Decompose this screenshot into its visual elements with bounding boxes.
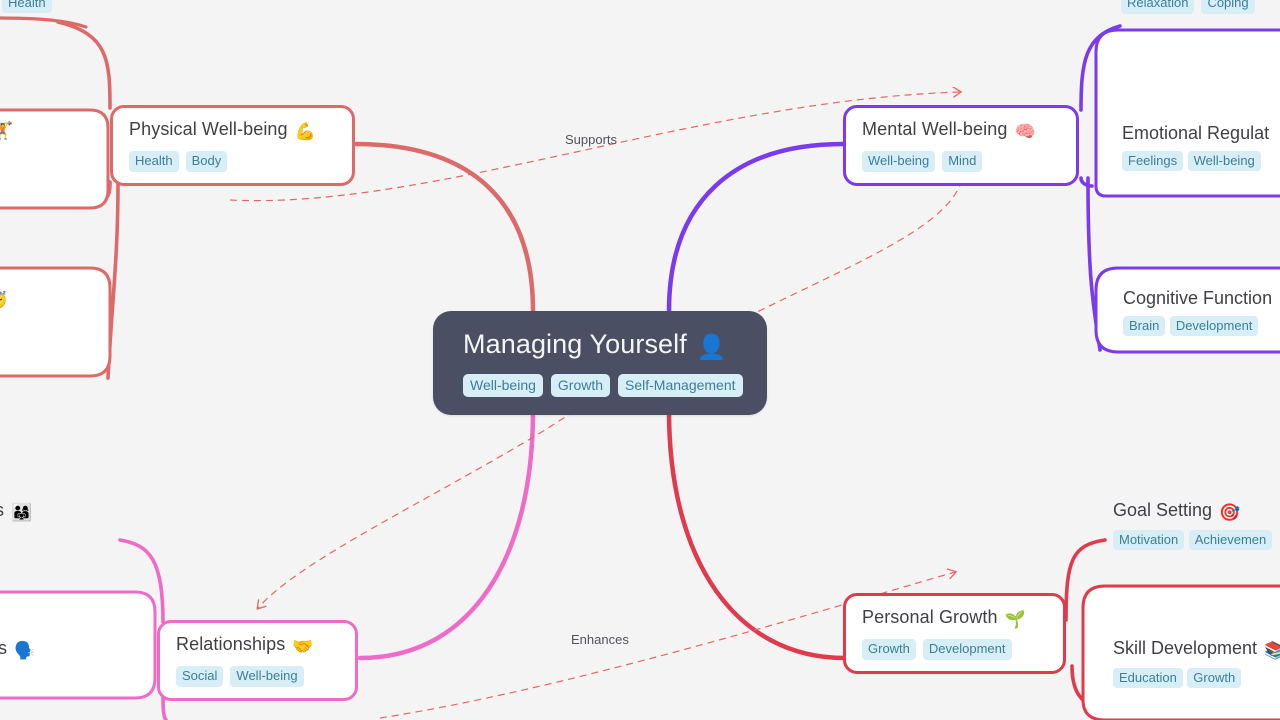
node-tags: ...s bbox=[0, 149, 98, 167]
node-tags: Well-being Mind bbox=[862, 151, 983, 172]
tag: Feelings bbox=[1122, 151, 1184, 171]
node-title: ...ene😴 bbox=[0, 288, 104, 311]
node-title: ...nnections 👨‍👩‍👧 bbox=[0, 500, 32, 523]
mindmap-canvas[interactable]: Managing Yourself 👤 Well-being Growth Sel… bbox=[0, 0, 1280, 720]
node-tags: Feelings Well-being bbox=[1122, 151, 1269, 171]
brain-emoji: 🧠 bbox=[1014, 122, 1036, 141]
tag: Achievemen bbox=[1188, 530, 1273, 550]
flexed-biceps-emoji: 💪 bbox=[294, 122, 316, 141]
tag: Development bbox=[922, 639, 1012, 660]
node-title: Emotional Regulat bbox=[1122, 123, 1269, 144]
node-skill-development-clipped[interactable]: Skill Development 📚 Education Growth bbox=[1113, 638, 1280, 688]
node-label: Emotional Regulat bbox=[1122, 123, 1270, 143]
tag: Relaxation bbox=[1121, 0, 1195, 14]
tag: Growth bbox=[550, 374, 611, 397]
node-title: Goal Setting 🎯 bbox=[1113, 500, 1272, 523]
node-label: Personal Growth bbox=[862, 607, 998, 627]
node-title: Cognitive Function bbox=[1123, 288, 1272, 309]
node-title: Personal Growth 🌱 bbox=[862, 606, 1026, 631]
node-relationships[interactable]: Relationships 🤝 Social Well-being bbox=[157, 620, 358, 701]
node-label: Cognitive Function bbox=[1123, 288, 1273, 308]
tag: Well-being bbox=[230, 666, 304, 687]
node-tags: ...ry bbox=[0, 319, 104, 337]
tag: Well-being bbox=[862, 151, 936, 172]
node-label: Skill Development bbox=[1113, 638, 1258, 658]
tag: Well-being bbox=[1187, 151, 1261, 171]
node-label: Mental Well-being bbox=[862, 119, 1008, 139]
tag: Self-Management bbox=[618, 374, 743, 397]
family-emoji: 👨‍👩‍👧 bbox=[11, 503, 33, 522]
root-node-managing-yourself[interactable]: Managing Yourself 👤 Well-being Growth Sel… bbox=[433, 311, 767, 415]
person-bust-emoji: 👤 bbox=[696, 334, 727, 361]
tag: Health bbox=[2, 0, 52, 13]
node-label: Goal Setting bbox=[1113, 500, 1213, 520]
node-title: ...tion Skills 🗣️ bbox=[0, 638, 35, 661]
node-label: ...tion Skills bbox=[0, 638, 8, 658]
books-emoji: 📚 bbox=[1264, 641, 1280, 660]
target-emoji: 🎯 bbox=[1219, 503, 1241, 522]
sleeping-face-emoji: 😴 bbox=[0, 291, 7, 310]
node-stress-management-clipped[interactable]: Relaxation Coping bbox=[1121, 0, 1255, 14]
node-title: Skill Development 📚 bbox=[1113, 638, 1280, 661]
node-tags: ...amily bbox=[0, 531, 32, 549]
tag: Mind bbox=[942, 151, 983, 172]
tag: Development bbox=[1169, 316, 1259, 336]
node-title: Physical Well-being 💪 bbox=[129, 118, 316, 143]
handshake-emoji: 🤝 bbox=[292, 637, 314, 656]
node-title: ...cise🏋️ bbox=[0, 118, 98, 141]
node-tags: Education Growth bbox=[1113, 668, 1280, 688]
node-tags: ...rsonal bbox=[0, 669, 35, 687]
tag: Growth bbox=[862, 639, 916, 660]
node-cognitive-function-clipped[interactable]: Cognitive Function Brain Development bbox=[1123, 288, 1272, 336]
edge-label-supports: Supports bbox=[565, 132, 618, 147]
edge-label-enhances: Enhances bbox=[571, 632, 629, 647]
node-mental-well-being[interactable]: Mental Well-being 🧠 Well-being Mind bbox=[843, 105, 1079, 186]
node-label: ...nnections bbox=[0, 500, 4, 520]
node-label: Physical Well-being bbox=[129, 119, 288, 139]
tag: Coping bbox=[1201, 0, 1255, 14]
node-nutrition-clipped[interactable]: Health bbox=[2, 0, 52, 13]
tag: Body bbox=[185, 151, 228, 172]
node-tags: Social Well-being bbox=[176, 666, 304, 687]
tag: Education bbox=[1113, 668, 1183, 688]
node-communication-skills-clipped[interactable]: ...tion Skills 🗣️ ...rsonal bbox=[0, 638, 35, 687]
node-exercise-clipped[interactable]: ...cise🏋️ ...s bbox=[0, 118, 98, 167]
node-personal-growth[interactable]: Personal Growth 🌱 Growth Development bbox=[843, 593, 1066, 674]
root-node-tags: Well-being Growth Self-Management bbox=[463, 374, 743, 397]
tag: Motivation bbox=[1113, 530, 1185, 550]
node-tags: Health Body bbox=[129, 151, 228, 172]
node-tags: Brain Development bbox=[1123, 316, 1272, 336]
tag: Well-being bbox=[463, 374, 543, 397]
node-title: Mental Well-being 🧠 bbox=[862, 118, 1036, 143]
root-node-label: Managing Yourself bbox=[463, 329, 687, 359]
node-physical-well-being[interactable]: Physical Well-being 💪 Health Body bbox=[110, 105, 355, 186]
seedling-emoji: 🌱 bbox=[1004, 610, 1026, 629]
tag: Health bbox=[129, 151, 179, 172]
speaking-head-emoji: 🗣️ bbox=[14, 641, 36, 660]
node-social-connections-clipped[interactable]: ...nnections 👨‍👩‍👧 ...amily bbox=[0, 500, 32, 549]
node-emotional-regulation-clipped[interactable]: Emotional Regulat Feelings Well-being bbox=[1122, 123, 1269, 171]
root-node-title: Managing Yourself 👤 bbox=[463, 327, 727, 365]
node-goal-setting-clipped[interactable]: Goal Setting 🎯 Motivation Achievemen bbox=[1113, 500, 1273, 550]
node-sleep-hygiene-clipped[interactable]: ...ene😴 ...ry bbox=[0, 288, 104, 337]
tag: Brain bbox=[1123, 316, 1166, 336]
node-title: Relationships 🤝 bbox=[176, 633, 314, 658]
weight-lifter-emoji: 🏋️ bbox=[0, 121, 14, 140]
node-label: Relationships bbox=[176, 634, 286, 654]
tag: Growth bbox=[1187, 668, 1242, 688]
tag: Social bbox=[176, 666, 224, 687]
node-tags: Motivation Achievemen bbox=[1113, 530, 1273, 550]
node-tags: Growth Development bbox=[862, 639, 1012, 660]
